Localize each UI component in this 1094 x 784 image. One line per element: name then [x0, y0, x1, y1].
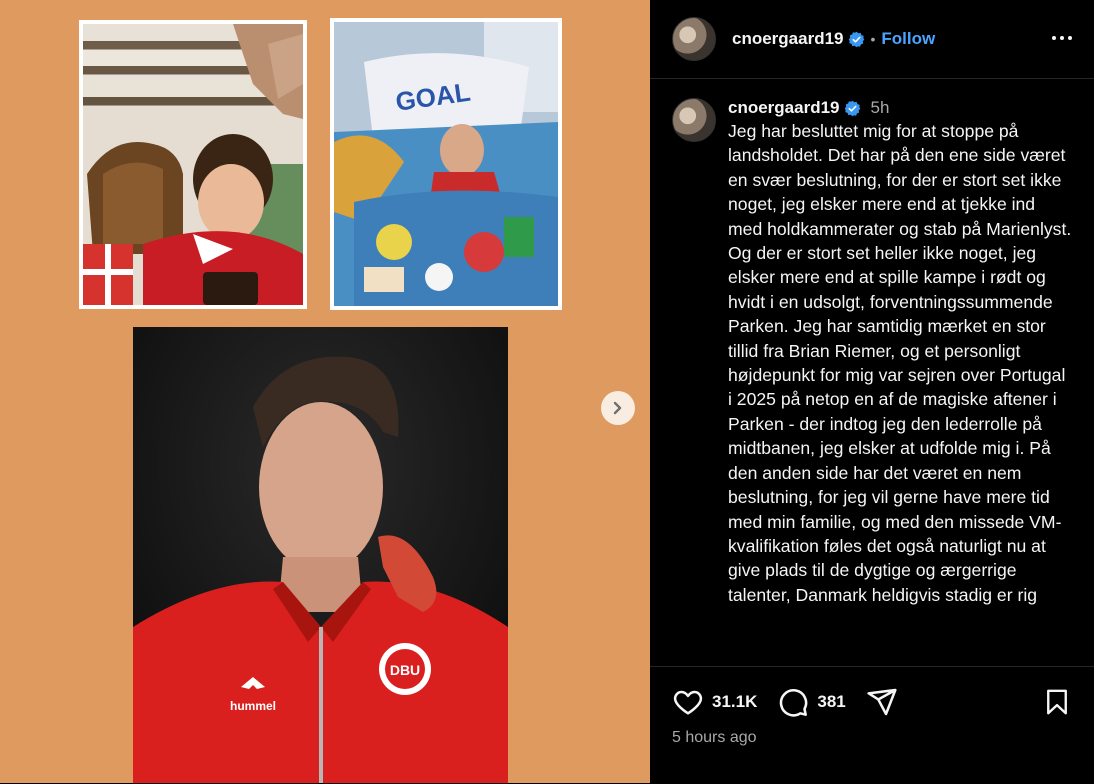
post-side-panel: cnoergaard19 • Follow cnoergaard19 5h Je…	[650, 0, 1094, 783]
share-button[interactable]	[866, 686, 898, 718]
heart-icon	[673, 690, 703, 715]
caption-username[interactable]: cnoergaard19	[728, 98, 840, 118]
action-bar: 31.1K 381	[672, 685, 1072, 719]
dbu-crest-text: DBU	[390, 662, 420, 678]
username-link[interactable]: cnoergaard19	[732, 29, 844, 49]
photo-child-at-table	[79, 20, 307, 309]
comments-count[interactable]: 381	[817, 692, 845, 712]
caption-time[interactable]: 5h	[871, 98, 890, 118]
chevron-right-icon	[613, 401, 622, 415]
bookmark-icon	[1047, 689, 1067, 715]
more-options-icon[interactable]	[1050, 26, 1074, 55]
post-timestamp[interactable]: 5 hours ago	[672, 729, 757, 747]
save-button[interactable]	[1042, 687, 1072, 722]
avatar[interactable]	[672, 17, 716, 61]
verified-badge-icon	[848, 31, 865, 48]
caption-avatar[interactable]	[672, 98, 716, 142]
caption-block: cnoergaard19 5h Jeg har besluttet mig fo…	[650, 80, 1094, 607]
post-media: GOAL DBU hummel	[0, 0, 650, 783]
post-viewer: GOAL DBU hummel cnoergaard19 • Follow cn…	[0, 0, 1094, 783]
share-icon	[867, 688, 897, 716]
hummel-logo-text: hummel	[230, 699, 276, 713]
caption-body: cnoergaard19 5h Jeg har besluttet mig fo…	[728, 98, 1072, 607]
photo-child-in-bed: GOAL	[330, 18, 562, 310]
comment-icon	[780, 689, 808, 717]
caption-text: Jeg har besluttet mig for at stoppe på l…	[728, 121, 1072, 605]
comments-section[interactable]: cnoergaard19 5h Jeg har besluttet mig fo…	[650, 80, 1094, 666]
caption-header: cnoergaard19 5h	[728, 98, 1072, 118]
next-slide-button[interactable]	[601, 391, 635, 425]
follow-button[interactable]: Follow	[881, 29, 935, 49]
likes-count[interactable]: 31.1K	[712, 692, 757, 712]
separator-dot: •	[870, 31, 876, 47]
photo-player-portrait: DBU hummel	[133, 327, 508, 783]
comment-button[interactable]: 381	[777, 686, 865, 718]
like-button[interactable]: 31.1K	[672, 686, 777, 718]
post-header: cnoergaard19 • Follow	[650, 0, 1094, 79]
post-footer: 31.1K 381 5 hours ago	[650, 666, 1094, 784]
verified-badge-icon	[844, 100, 861, 117]
